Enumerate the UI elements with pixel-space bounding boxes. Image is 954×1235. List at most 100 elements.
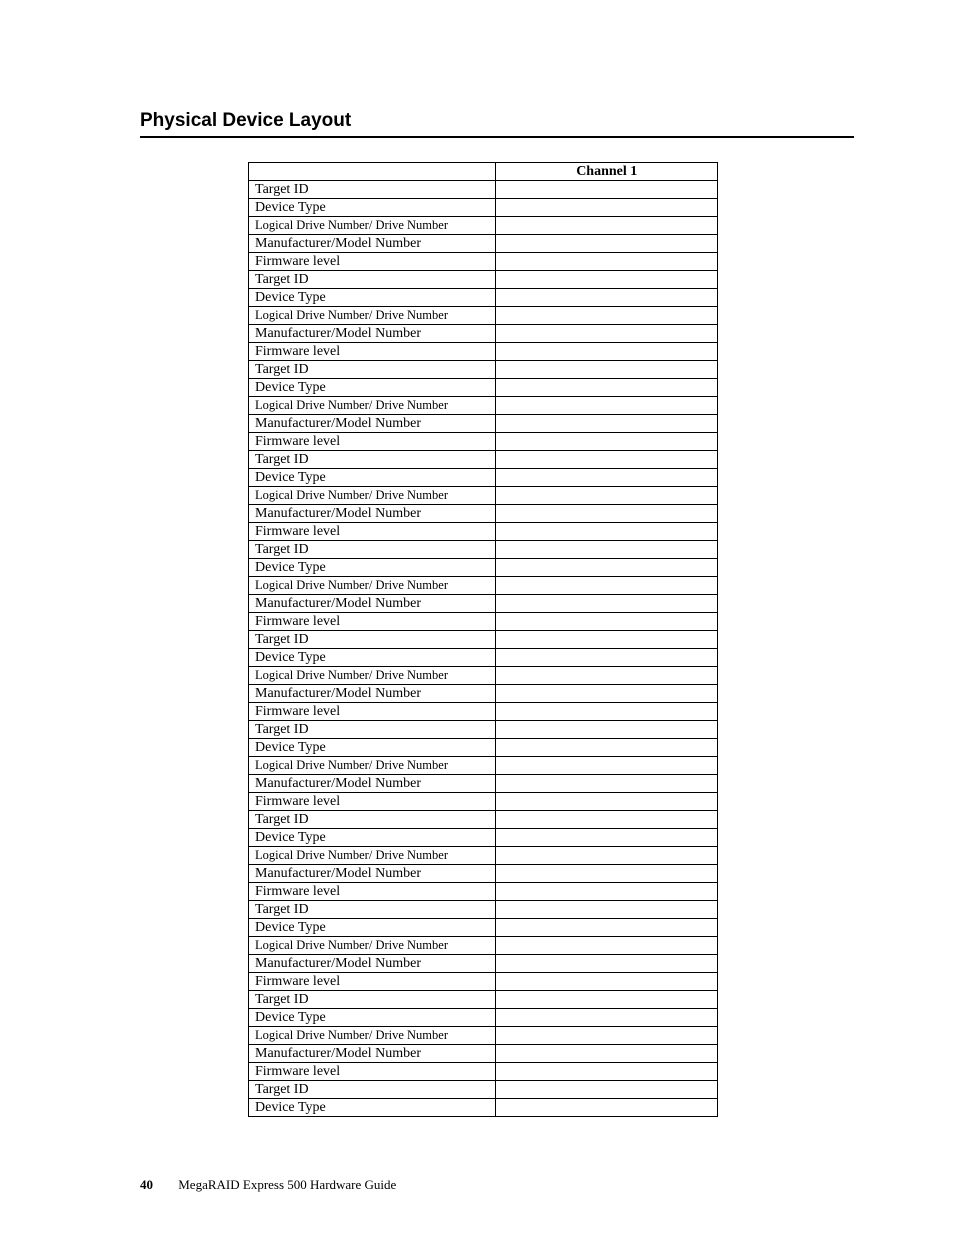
row-label: Logical Drive Number/ Drive Number	[249, 937, 496, 955]
table-row: Firmware level	[249, 973, 718, 991]
row-label: Manufacturer/Model Number	[249, 415, 496, 433]
row-value	[496, 829, 718, 847]
row-label: Target ID	[249, 361, 496, 379]
row-label: Logical Drive Number/ Drive Number	[249, 217, 496, 235]
page-number: 40	[140, 1177, 153, 1192]
row-value	[496, 901, 718, 919]
table-row: Device Type	[249, 919, 718, 937]
table-row: Firmware level	[249, 793, 718, 811]
table-row: Firmware level	[249, 613, 718, 631]
row-value	[496, 541, 718, 559]
table-row: Firmware level	[249, 253, 718, 271]
row-label: Device Type	[249, 559, 496, 577]
table-row: Target ID	[249, 811, 718, 829]
row-value	[496, 397, 718, 415]
row-label: Target ID	[249, 451, 496, 469]
row-value	[496, 793, 718, 811]
table-row: Device Type	[249, 289, 718, 307]
row-value	[496, 289, 718, 307]
table-row: Manufacturer/Model Number	[249, 775, 718, 793]
row-label: Target ID	[249, 181, 496, 199]
row-value	[496, 631, 718, 649]
row-value	[496, 379, 718, 397]
table-row: Device Type	[249, 559, 718, 577]
row-label: Manufacturer/Model Number	[249, 325, 496, 343]
row-value	[496, 415, 718, 433]
row-value	[496, 973, 718, 991]
row-value	[496, 451, 718, 469]
table-header-blank	[249, 163, 496, 181]
table-header-channel: Channel 1	[496, 163, 718, 181]
row-value	[496, 523, 718, 541]
table-row: Device Type	[249, 739, 718, 757]
table-row: Manufacturer/Model Number	[249, 415, 718, 433]
table-row: Logical Drive Number/ Drive Number	[249, 577, 718, 595]
row-value	[496, 991, 718, 1009]
row-label: Manufacturer/Model Number	[249, 865, 496, 883]
row-value	[496, 487, 718, 505]
row-value	[496, 505, 718, 523]
table-row: Manufacturer/Model Number	[249, 865, 718, 883]
row-value	[496, 865, 718, 883]
table-row: Firmware level	[249, 433, 718, 451]
row-label: Target ID	[249, 271, 496, 289]
table-row: Manufacturer/Model Number	[249, 595, 718, 613]
row-label: Device Type	[249, 919, 496, 937]
row-value	[496, 775, 718, 793]
row-value	[496, 847, 718, 865]
table-row: Logical Drive Number/ Drive Number	[249, 1027, 718, 1045]
row-value	[496, 1063, 718, 1081]
row-value	[496, 1009, 718, 1027]
table-row: Logical Drive Number/ Drive Number	[249, 937, 718, 955]
row-label: Logical Drive Number/ Drive Number	[249, 397, 496, 415]
row-label: Firmware level	[249, 793, 496, 811]
table-row: Target ID	[249, 721, 718, 739]
table-row: Firmware level	[249, 343, 718, 361]
row-value	[496, 649, 718, 667]
table-row: Logical Drive Number/ Drive Number	[249, 307, 718, 325]
row-label: Device Type	[249, 469, 496, 487]
row-value	[496, 217, 718, 235]
row-label: Device Type	[249, 379, 496, 397]
row-value	[496, 919, 718, 937]
row-value	[496, 343, 718, 361]
row-value	[496, 253, 718, 271]
table-row: Device Type	[249, 1099, 718, 1117]
row-label: Firmware level	[249, 343, 496, 361]
row-label: Target ID	[249, 721, 496, 739]
row-label: Logical Drive Number/ Drive Number	[249, 307, 496, 325]
page-footer: 40 MegaRAID Express 500 Hardware Guide	[140, 1177, 396, 1193]
device-layout-table: Channel 1 Target IDDevice TypeLogical Dr…	[248, 162, 718, 1117]
row-label: Device Type	[249, 199, 496, 217]
row-label: Firmware level	[249, 973, 496, 991]
row-value	[496, 595, 718, 613]
table-row: Device Type	[249, 649, 718, 667]
row-label: Manufacturer/Model Number	[249, 955, 496, 973]
row-value	[496, 883, 718, 901]
table-row: Firmware level	[249, 883, 718, 901]
table-row: Firmware level	[249, 523, 718, 541]
table-row: Target ID	[249, 1081, 718, 1099]
row-label: Target ID	[249, 541, 496, 559]
row-value	[496, 685, 718, 703]
row-label: Manufacturer/Model Number	[249, 235, 496, 253]
row-label: Manufacturer/Model Number	[249, 595, 496, 613]
row-label: Logical Drive Number/ Drive Number	[249, 487, 496, 505]
table-row: Manufacturer/Model Number	[249, 235, 718, 253]
table-row: Manufacturer/Model Number	[249, 1045, 718, 1063]
row-value	[496, 1027, 718, 1045]
section-title: Physical Device Layout	[140, 110, 854, 132]
row-value	[496, 271, 718, 289]
row-label: Logical Drive Number/ Drive Number	[249, 1027, 496, 1045]
row-value	[496, 577, 718, 595]
table-row: Manufacturer/Model Number	[249, 685, 718, 703]
row-label: Firmware level	[249, 253, 496, 271]
row-label: Manufacturer/Model Number	[249, 685, 496, 703]
table-row: Logical Drive Number/ Drive Number	[249, 397, 718, 415]
table-row: Target ID	[249, 541, 718, 559]
row-value	[496, 667, 718, 685]
table-row: Device Type	[249, 1009, 718, 1027]
table-row: Device Type	[249, 199, 718, 217]
row-value	[496, 613, 718, 631]
table-row: Logical Drive Number/ Drive Number	[249, 847, 718, 865]
